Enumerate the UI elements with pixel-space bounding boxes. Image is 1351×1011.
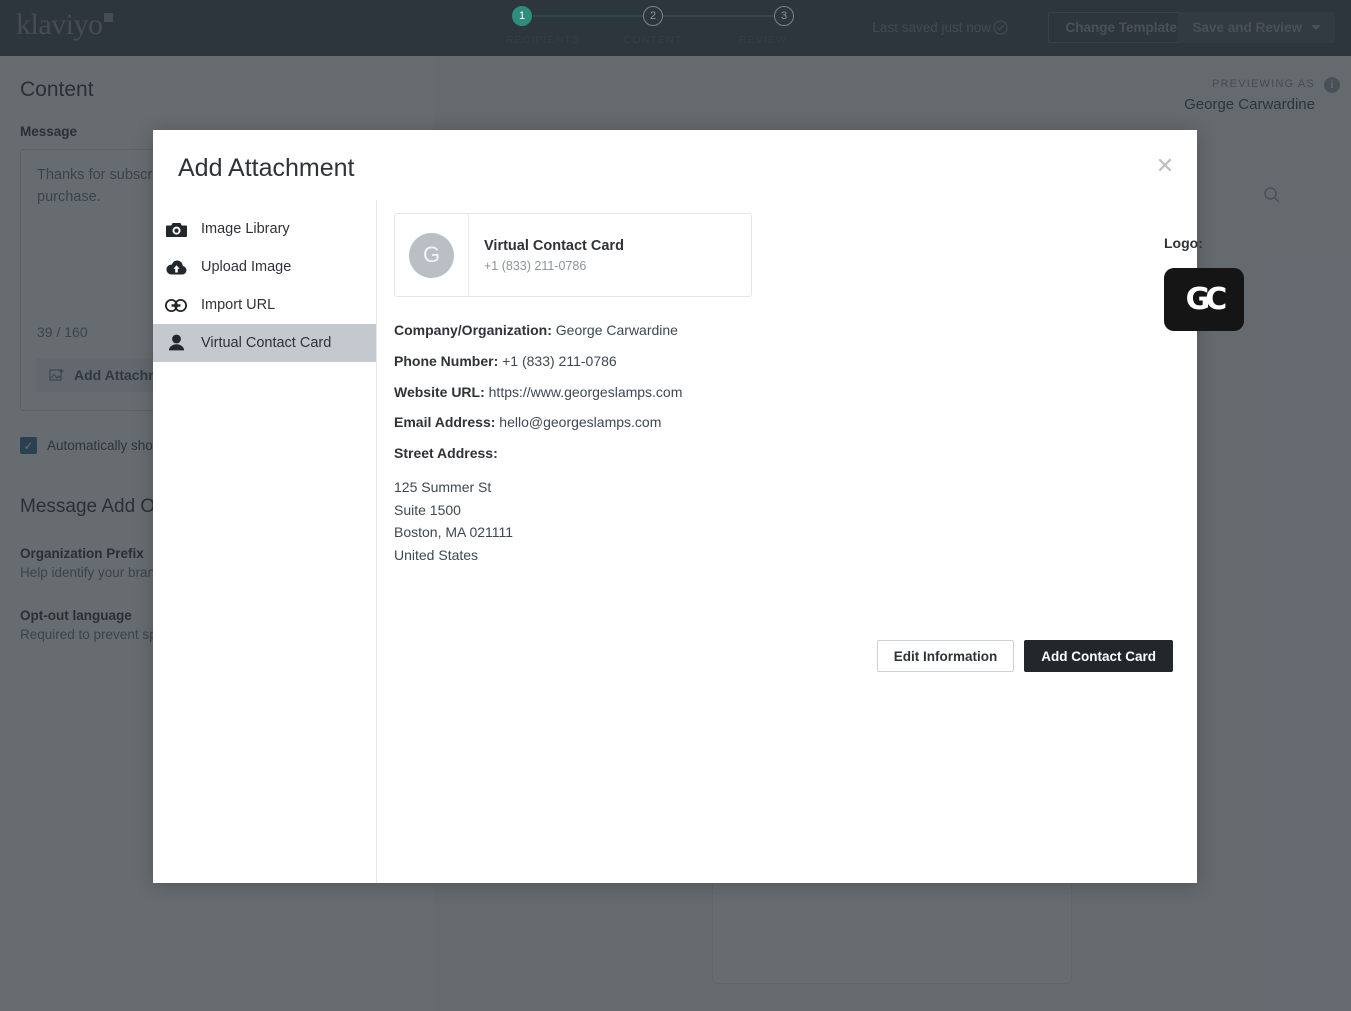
card-title: Virtual Contact Card	[484, 237, 624, 254]
sidebar-item-label: Upload Image	[201, 259, 292, 275]
detail-website: Website URL: https://www.georgeslamps.co…	[394, 384, 1197, 401]
person-icon	[165, 332, 187, 354]
detail-phone: Phone Number: +1 (833) 211-0786	[394, 353, 1197, 370]
modal-body: Image Library Upload Image Import URL Vi…	[153, 200, 1244, 883]
detail-phone-value: +1 (833) 211-0786	[502, 352, 617, 369]
step-3-circle[interactable]: 3	[774, 6, 794, 26]
cloud-upload-icon	[165, 256, 187, 278]
brand-logo-image: GC	[1164, 268, 1244, 331]
add-contact-card-button[interactable]: Add Contact Card	[1024, 640, 1173, 672]
close-icon[interactable]: ✕	[1150, 151, 1180, 181]
detail-company-value: George Carwardine	[555, 322, 678, 338]
sidebar-item-virtual-contact-card[interactable]: Virtual Contact Card	[153, 324, 376, 362]
address-line-4: United States	[394, 547, 479, 563]
link-icon	[165, 294, 187, 316]
detail-email-label: Email Address:	[394, 414, 496, 431]
detail-street-address: Street Address:	[394, 445, 1197, 462]
detail-phone-label: Phone Number:	[394, 352, 499, 369]
edit-information-button[interactable]: Edit Information	[876, 640, 1015, 672]
card-phone: +1 (833) 211-0786	[484, 258, 587, 273]
detail-website-value: https://www.georgeslamps.com	[488, 383, 683, 400]
virtual-contact-card-preview[interactable]: G Virtual Contact Card +1 (833) 211-0786	[394, 213, 752, 297]
address-block: 125 Summer St Suite 1500 Boston, MA 0211…	[394, 476, 1197, 567]
address-line-1: 125 Summer St	[394, 478, 492, 495]
sidebar-item-label: Virtual Contact Card	[201, 335, 332, 351]
detail-email-value: hello@georgeslamps.com	[499, 414, 662, 431]
sidebar-item-import-url[interactable]: Import URL	[153, 286, 376, 324]
detail-email: Email Address: hello@georgeslamps.com	[394, 414, 1197, 431]
step-2-circle[interactable]: 2	[643, 6, 663, 26]
logo-monogram: GC	[1185, 282, 1228, 317]
address-line-3: Boston, MA 021111	[394, 524, 514, 541]
screen-root: klaviyo 1 2 3 RECIPIENTS CONTENT REVIEW …	[0, 0, 1351, 1011]
sidebar-item-image-library[interactable]: Image Library	[153, 210, 376, 248]
detail-street-label: Street Address:	[394, 445, 498, 462]
logo-section: Logo: GC	[1164, 235, 1244, 331]
address-line-2: Suite 1500	[394, 501, 461, 518]
step-1-circle[interactable]: 1	[512, 6, 532, 26]
avatar: G	[409, 232, 454, 278]
add-attachment-modal: Add Attachment ✕ Image Library Upload Im…	[153, 130, 1244, 883]
sidebar-item-label: Image Library	[201, 221, 290, 237]
camera-icon	[165, 218, 187, 240]
detail-company-label: Company/Organization:	[394, 322, 552, 338]
avatar-cell: G	[395, 214, 469, 296]
modal-main-content: G Virtual Contact Card +1 (833) 211-0786…	[377, 200, 1244, 883]
modal-action-buttons: Edit Information Add Contact Card	[876, 640, 1173, 672]
modal-sidebar-nav: Image Library Upload Image Import URL Vi…	[153, 200, 377, 883]
sidebar-item-label: Import URL	[201, 297, 276, 313]
card-meta: Virtual Contact Card +1 (833) 211-0786	[469, 214, 751, 296]
contact-details-list: Company/Organization: George Carwardine …	[394, 322, 1197, 567]
logo-label: Logo:	[1164, 235, 1203, 251]
modal-title: Add Attachment	[178, 154, 355, 182]
detail-website-label: Website URL:	[394, 383, 485, 400]
detail-company: Company/Organization: George Carwardine	[394, 322, 1197, 339]
sidebar-item-upload-image[interactable]: Upload Image	[153, 248, 376, 286]
